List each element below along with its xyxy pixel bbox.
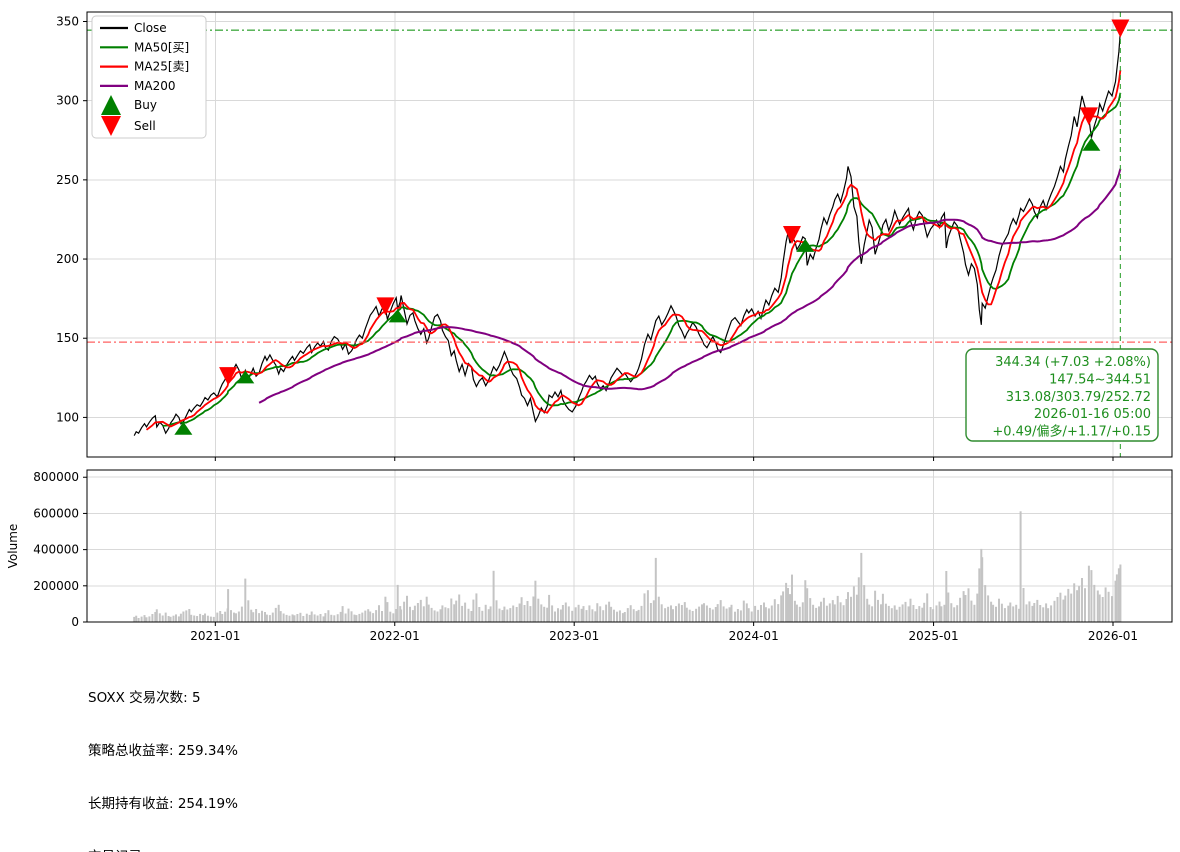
annotation-box: 344.34 (+7.03 +2.08%) 147.54~344.51 313.08… — [966, 349, 1158, 441]
volume-ytick-label: 0 — [71, 615, 79, 629]
xtick-label: 2025-01 — [908, 629, 958, 643]
trade-count-line: SOXX 交易次数: 5 — [83, 690, 593, 708]
annotation-line: 2026-01-16 05:00 — [1034, 407, 1151, 422]
stock-strategy-figure: 100 150 200 250 300 350 0 200000 400000 600000 800… — [0, 0, 1180, 852]
legend-label: Close — [134, 21, 167, 35]
price-ytick-label: 350 — [56, 15, 79, 29]
price-volume-chart: 100 150 200 250 300 350 0 200000 400000 600000 800… — [0, 0, 1180, 652]
annotation-line: 147.54~344.51 — [1049, 372, 1151, 387]
annotation-line: 313.08/303.79/252.72 — [1006, 390, 1151, 405]
legend: Close MA50[买] MA25[卖] MA200 Buy Sell — [92, 16, 206, 138]
hold-return-line: 长期持有收益: 254.19% — [83, 796, 593, 814]
xtick-label: 2026-01 — [1088, 629, 1138, 643]
legend-label: MA25[卖] — [134, 60, 189, 74]
legend-label: Sell — [134, 119, 156, 133]
gridlines — [87, 12, 1172, 622]
legend-label: Buy — [134, 98, 157, 112]
volume-ylabel: Volume — [6, 524, 20, 569]
price-ytick-label: 250 — [56, 173, 79, 187]
summary-block: SOXX 交易次数: 5 策略总收益率: 259.34% 长期持有收益: 254… — [83, 655, 593, 852]
price-ytick-label: 300 — [56, 94, 79, 108]
strategy-return-line: 策略总收益率: 259.34% — [83, 743, 593, 761]
price-ytick-label: 200 — [56, 252, 79, 266]
legend-label: MA200 — [134, 79, 175, 93]
xtick-label: 2023-01 — [549, 629, 599, 643]
xtick-label: 2024-01 — [729, 629, 779, 643]
axes-spines — [87, 12, 1172, 622]
records-title: 交易记录: — [83, 849, 593, 852]
price-ytick-label: 100 — [56, 410, 79, 424]
sell-markers — [219, 19, 1129, 385]
legend-label: MA50[买] — [134, 40, 189, 54]
volume-ytick-label: 600000 — [33, 506, 79, 520]
volume-ytick-label: 200000 — [33, 579, 79, 593]
volume-ytick-label: 400000 — [33, 543, 79, 557]
volume-bars — [133, 511, 1121, 622]
xtick-label: 2021-01 — [190, 629, 240, 643]
annotation-line: 344.34 (+7.03 +2.08%) — [995, 355, 1151, 370]
volume-ytick-label: 800000 — [33, 470, 79, 484]
annotation-line: +0.49/偏多/+1.17/+0.15 — [992, 424, 1151, 440]
price-ytick-label: 150 — [56, 331, 79, 345]
buy-markers — [174, 138, 1100, 435]
xtick-label: 2022-01 — [370, 629, 420, 643]
